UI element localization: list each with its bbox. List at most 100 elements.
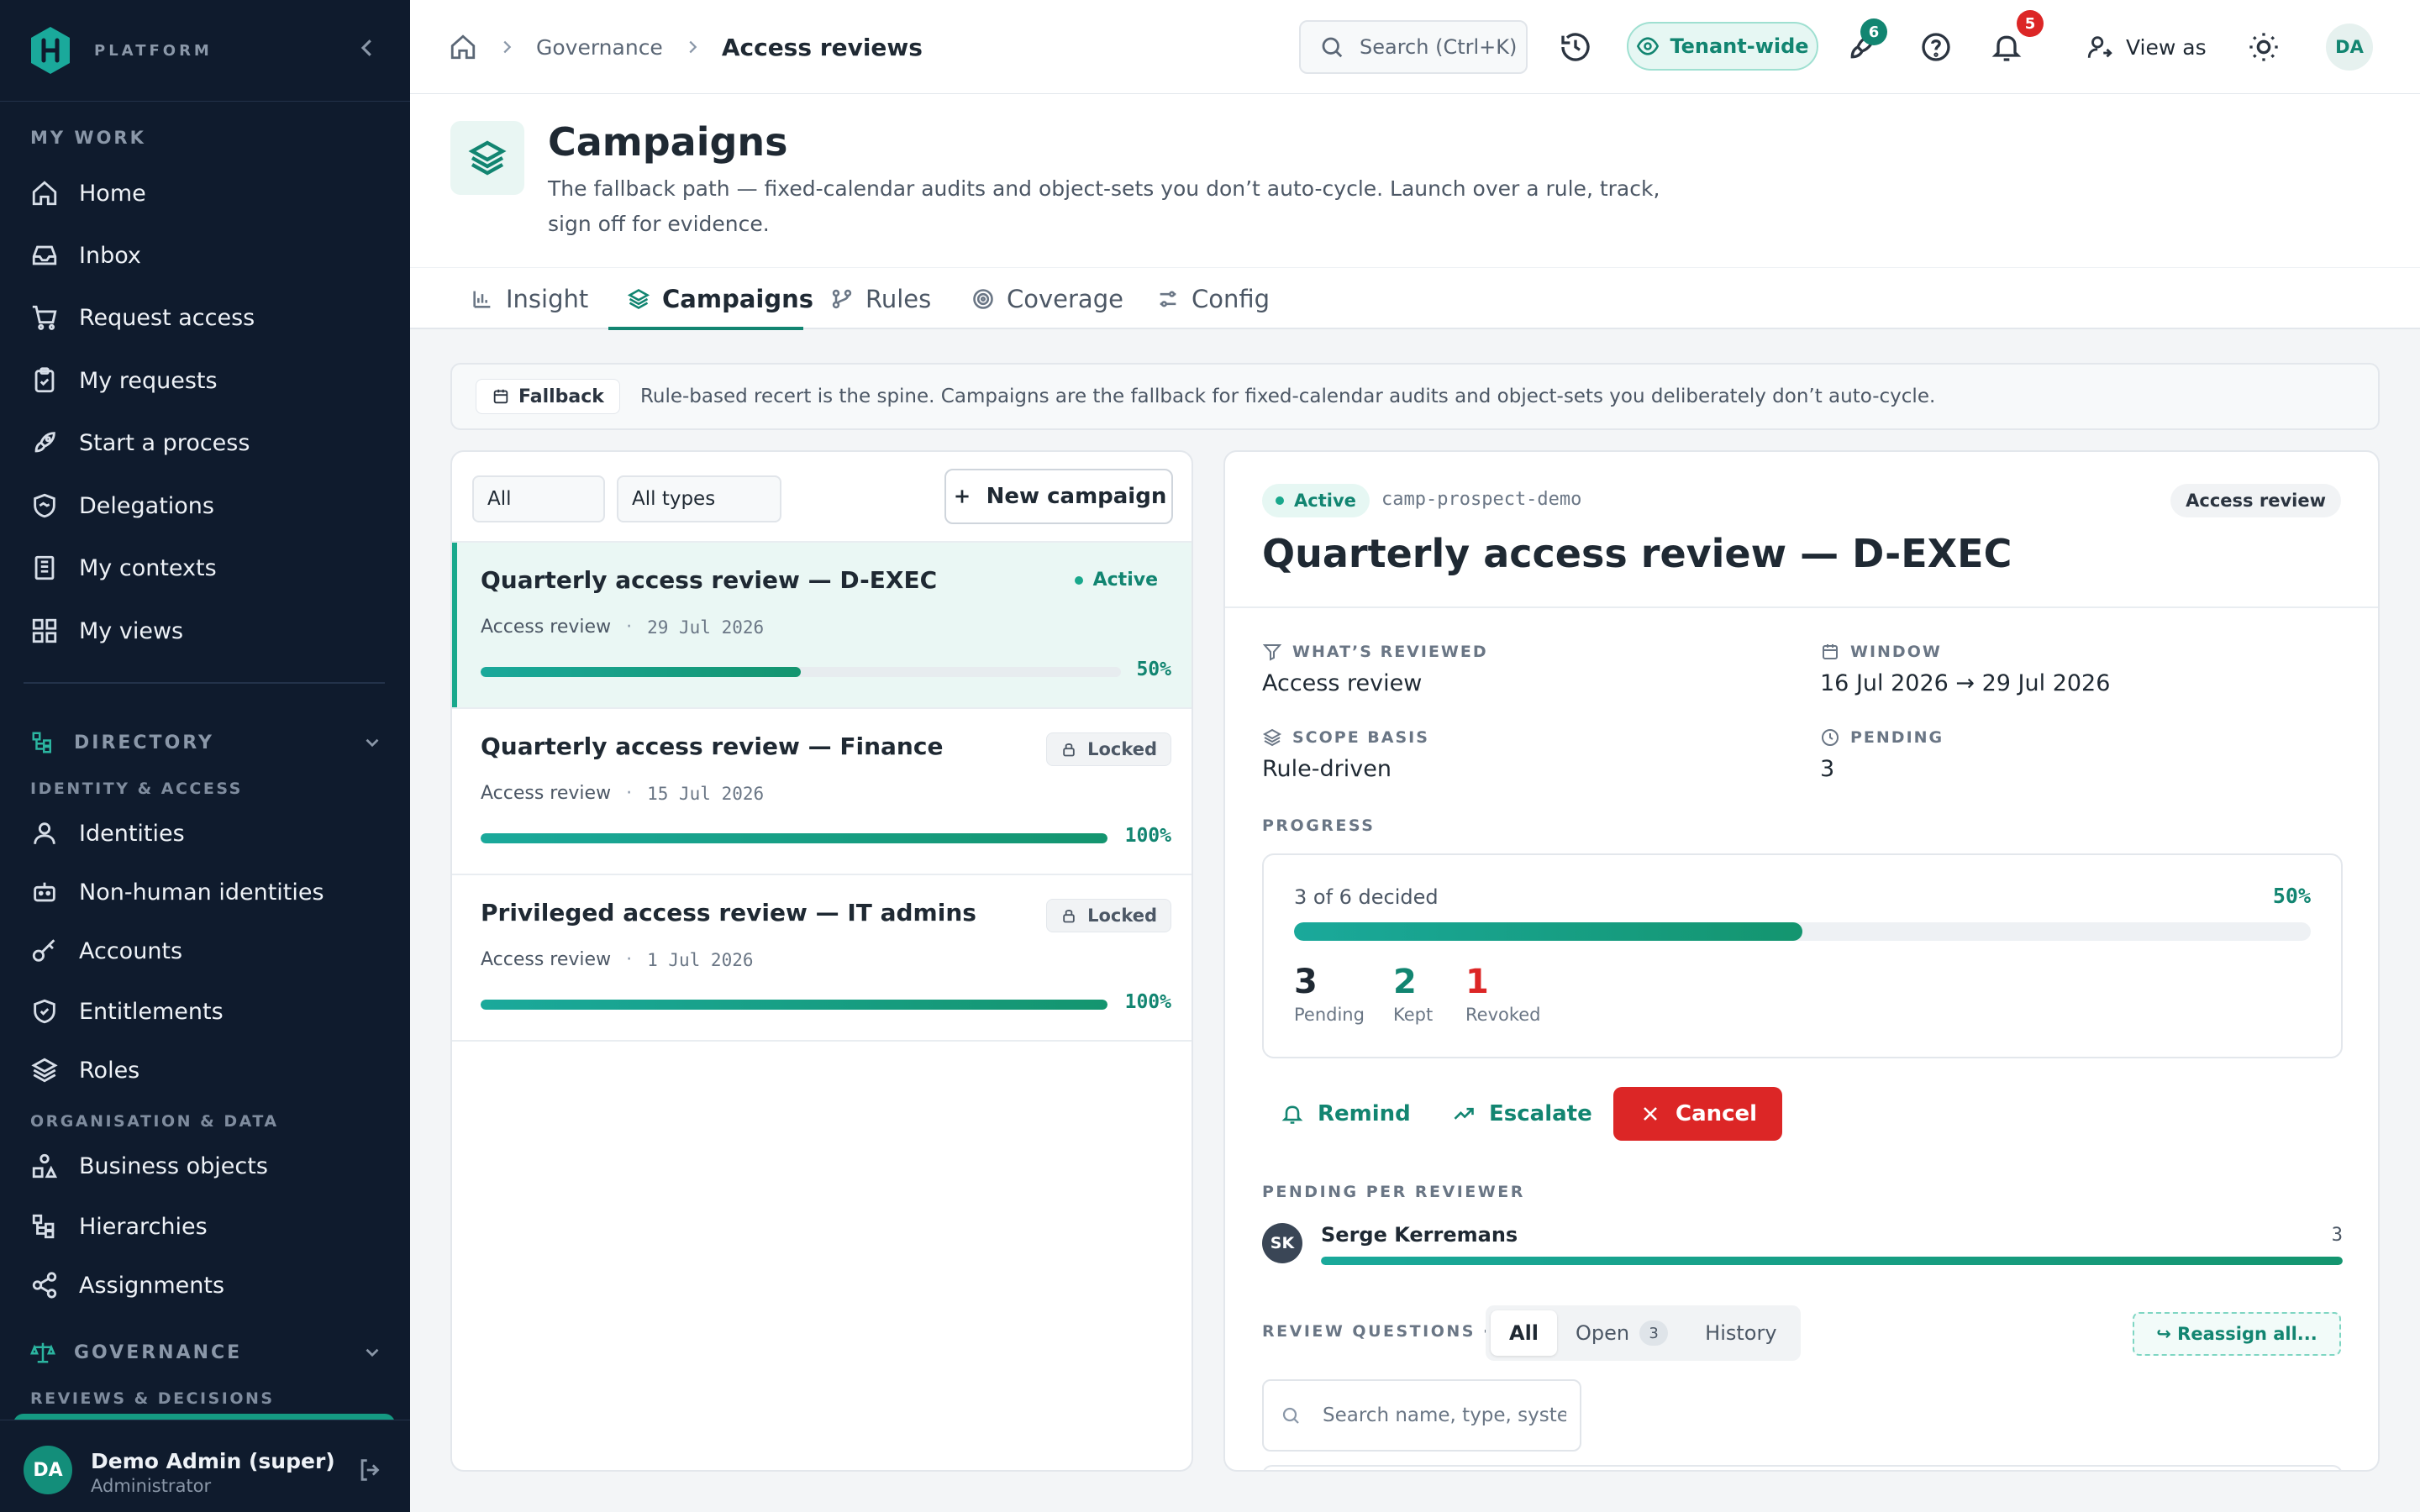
stat-kept: 2 Kept — [1393, 963, 1433, 1025]
sidebar-item-my-contexts[interactable]: My contexts — [30, 547, 217, 589]
cancel-label: Cancel — [1676, 1101, 1758, 1126]
sidebar-item-roles[interactable]: Roles — [30, 1049, 139, 1091]
reviewer-row[interactable]: SK Serge Kerremans 3 — [1262, 1223, 2343, 1265]
sidebar-divider — [0, 101, 410, 102]
tenant-scope-button[interactable]: Tenant-wide — [1627, 22, 1818, 71]
segment-open[interactable]: Open 3 — [1557, 1310, 1686, 1356]
user-profile[interactable]: DA Demo Admin (super) Administrator — [0, 1420, 410, 1512]
user-name: Demo Admin (super) — [91, 1449, 335, 1473]
eye-icon — [1637, 37, 1660, 55]
help-icon[interactable] — [1919, 30, 1953, 64]
sidebar-item-hierarchies[interactable]: Hierarchies — [30, 1205, 208, 1247]
sidebar-item-business-objects[interactable]: Business objects — [30, 1145, 268, 1187]
avatar: DA — [24, 1446, 72, 1494]
page-icon — [450, 121, 524, 195]
breadcrumb-governance[interactable]: Governance — [536, 35, 663, 60]
tasks-badge: 6 — [1860, 18, 1887, 45]
brand[interactable]: PLATFORM — [29, 24, 213, 77]
global-search[interactable]: Search (Ctrl+K) — [1299, 20, 1528, 74]
tab-campaigns[interactable]: Campaigns — [627, 268, 813, 330]
stat-pending: 3 Pending — [1294, 963, 1365, 1025]
field-label-text: WHAT’S REVIEWED — [1292, 643, 1488, 661]
history-icon[interactable] — [1559, 30, 1592, 64]
tab-label: Insight — [506, 285, 589, 313]
question-search[interactable] — [1262, 1379, 1581, 1452]
layers-icon — [1262, 728, 1282, 747]
group-directory[interactable]: DIRECTORY — [30, 726, 383, 759]
sidebar-item-accounts[interactable]: Accounts — [30, 930, 182, 972]
group-governance[interactable]: GOVERNANCE — [30, 1336, 383, 1369]
sidebar-item-assignments[interactable]: Assignments — [30, 1264, 224, 1306]
status-dot — [1276, 496, 1284, 505]
sidebar-item-entitlements[interactable]: Entitlements — [30, 990, 224, 1032]
campaign-percent: 100% — [1124, 991, 1171, 1013]
sidebar-item-label: Start a process — [79, 429, 250, 456]
campaign-date: 1 Jul 2026 — [647, 949, 754, 970]
campaign-item[interactable]: Quarterly access review — Finance Locked… — [452, 707, 1192, 874]
sun-icon[interactable] — [2247, 30, 2281, 64]
type-filter-select[interactable]: All types — [617, 475, 781, 522]
new-campaign-button[interactable]: New campaign — [944, 469, 1173, 524]
tab-insight[interactable]: Insight — [471, 268, 588, 330]
remind-button[interactable]: Remind — [1281, 1087, 1411, 1141]
bell-icon[interactable] — [1990, 30, 2023, 64]
sidebar-item-label: Business objects — [79, 1152, 268, 1179]
breadcrumb-current: Access reviews — [721, 33, 923, 61]
view-as-button[interactable]: View as — [2086, 29, 2207, 66]
status-filter-select[interactable]: All — [472, 475, 605, 522]
sidebar-item-start-process[interactable]: Start a process — [30, 422, 250, 464]
campaign-type: Access review — [481, 617, 612, 638]
cancel-button[interactable]: Cancel — [1613, 1087, 1783, 1141]
tab-rules[interactable]: Rules — [830, 268, 931, 330]
sidebar-item-label: My contexts — [79, 554, 217, 581]
sidebar-item-my-requests[interactable]: My requests — [30, 360, 218, 402]
sidebar-item-my-views[interactable]: My views — [30, 610, 183, 652]
avatar[interactable]: DA — [2326, 24, 2373, 71]
trending-up-icon — [1454, 1107, 1474, 1120]
campaign-item[interactable]: Privileged access review — IT admins Loc… — [452, 874, 1192, 1042]
fallback-banner: Fallback Rule-based recert is the spine.… — [450, 363, 2380, 430]
segment-all[interactable]: All — [1491, 1310, 1558, 1356]
sidebar-item-non-human-identities[interactable]: Non-human identities — [30, 871, 324, 913]
segment-history[interactable]: History — [1686, 1310, 1795, 1356]
campaign-percent: 50% — [1136, 659, 1171, 680]
sidebar-item-delegations[interactable]: Delegations — [30, 485, 214, 527]
sidebar-divider — [24, 682, 385, 684]
sidebar-item-home[interactable]: Home — [30, 172, 146, 214]
sidebar-item-request-access[interactable]: Request access — [30, 297, 255, 339]
sidebar-item-identities[interactable]: Identities — [30, 812, 185, 854]
collapse-sidebar-icon[interactable] — [355, 35, 380, 60]
campaign-slug: camp-prospect-demo — [1381, 489, 1582, 510]
progress-fill — [481, 833, 1107, 843]
campaign-item[interactable]: Quarterly access review — D-EXEC Active … — [452, 541, 1192, 709]
brand-name: PLATFORM — [94, 41, 213, 60]
stat-label: Kept — [1393, 1005, 1434, 1025]
field-label-text: WINDOW — [1850, 643, 1942, 661]
sidebar-item-label: My requests — [79, 367, 218, 394]
chevron-down-icon — [366, 1348, 379, 1357]
sidebar-item-inbox[interactable]: Inbox — [30, 234, 141, 276]
fallback-chip: Fallback — [476, 379, 620, 414]
campaign-meta: Access review · 15 Jul 2026 — [481, 783, 764, 804]
campaign-date: 29 Jul 2026 — [647, 617, 765, 638]
question-search-input[interactable] — [1323, 1404, 1566, 1426]
campaign-list-panel: All All types New campaign Quarterly acc… — [450, 450, 1193, 1472]
scale-icon — [30, 1342, 55, 1363]
sidebar-item-label: Hierarchies — [79, 1213, 208, 1240]
field-value-reviewed: Access review — [1262, 670, 1423, 696]
tab-config[interactable]: Config — [1156, 268, 1270, 330]
hierarchy-icon — [32, 1214, 55, 1239]
logout-icon[interactable] — [356, 1456, 385, 1484]
campaign-type: Access review — [481, 949, 612, 970]
stat-label: Revoked — [1465, 1005, 1541, 1025]
escalate-button[interactable]: Escalate — [1452, 1087, 1592, 1141]
field-label-scope: SCOPE BASIS — [1262, 727, 1429, 748]
segment-label: Open — [1576, 1321, 1630, 1345]
tab-coverage[interactable]: Coverage — [971, 268, 1123, 330]
home-icon[interactable] — [449, 33, 477, 61]
field-label-reviewed: WHAT’S REVIEWED — [1262, 642, 1488, 662]
reassign-all-button[interactable]: ↪ Reassign all... — [2133, 1312, 2341, 1356]
tenant-label: Tenant-wide — [1670, 34, 1809, 58]
progress-fill — [1321, 1257, 2343, 1265]
close-icon — [1644, 1107, 1657, 1121]
